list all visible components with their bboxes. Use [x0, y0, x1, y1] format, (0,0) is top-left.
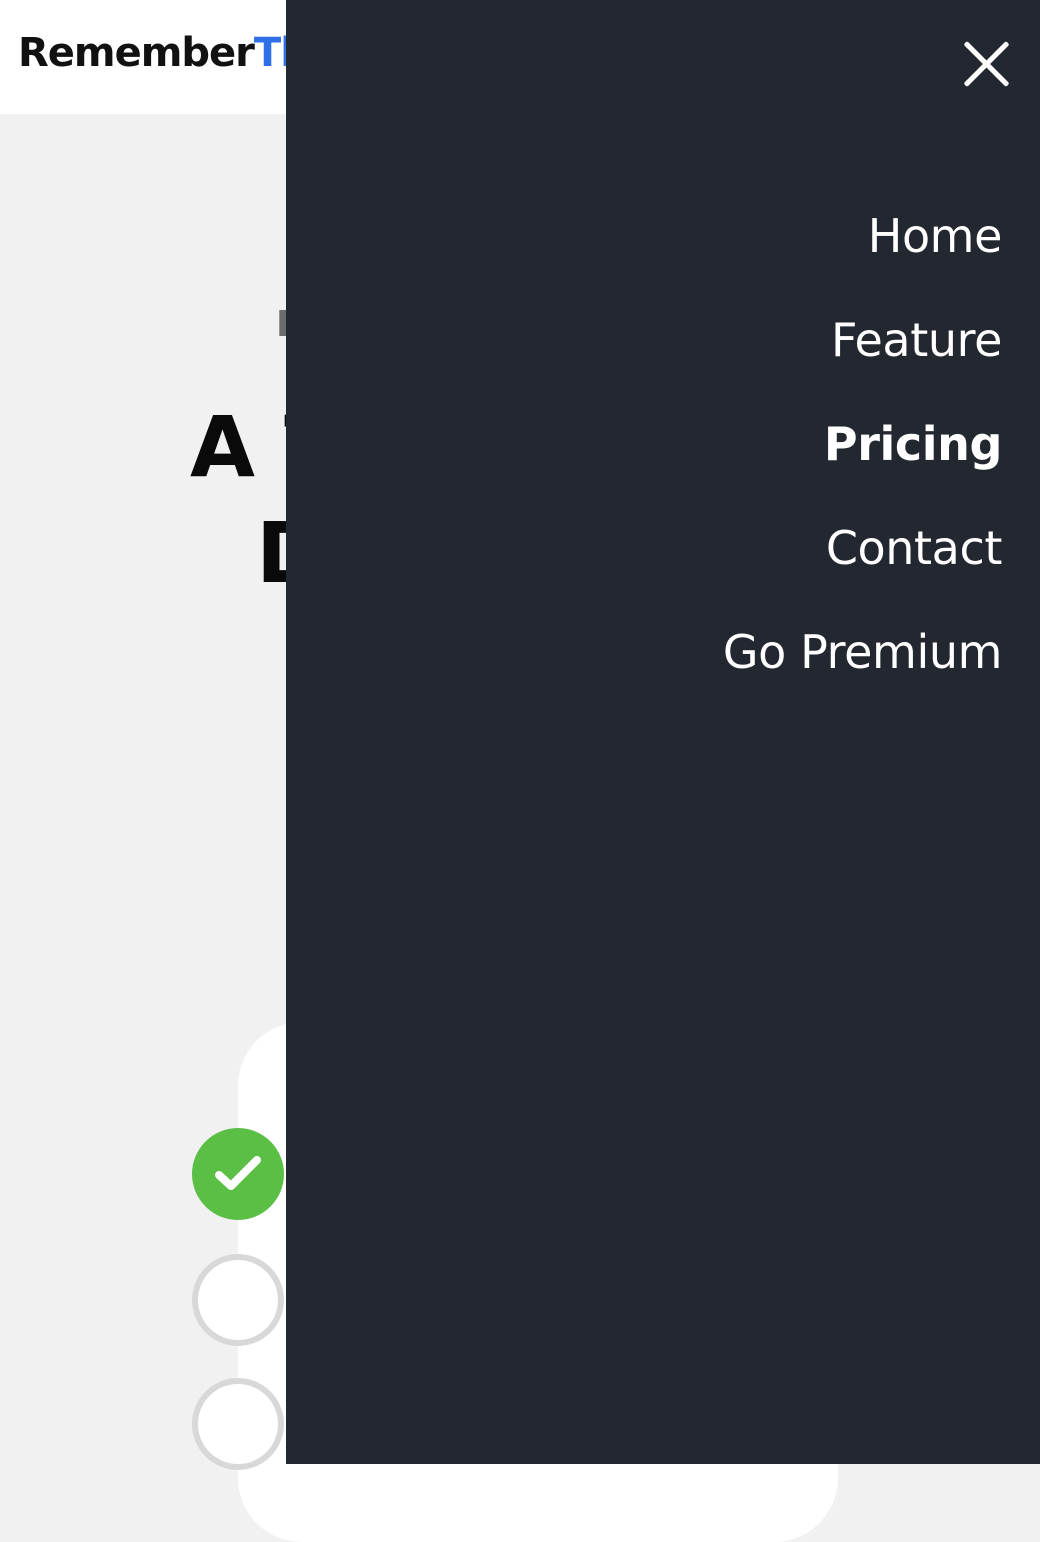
menu-item-contact[interactable]: Contact [286, 496, 1003, 600]
menu-item-feature[interactable]: Feature [286, 288, 1002, 392]
menu-item-home[interactable]: Home [286, 184, 1003, 288]
close-icon[interactable] [958, 36, 1012, 90]
task-checkbox[interactable] [192, 1254, 284, 1346]
completed-task-checkbox[interactable] [192, 1128, 284, 1220]
task-checkbox[interactable] [192, 1378, 284, 1470]
menu-item-pricing[interactable]: Pricing [286, 392, 1002, 496]
check-icon [215, 1156, 261, 1190]
navigation-menu: Home Feature Pricing Contact Go Premium [286, 184, 1003, 704]
logo-primary-text: Remember [18, 30, 255, 76]
brand-logo[interactable]: RememberTh [18, 30, 309, 76]
menu-item-go-premium[interactable]: Go Premium [286, 600, 1003, 704]
